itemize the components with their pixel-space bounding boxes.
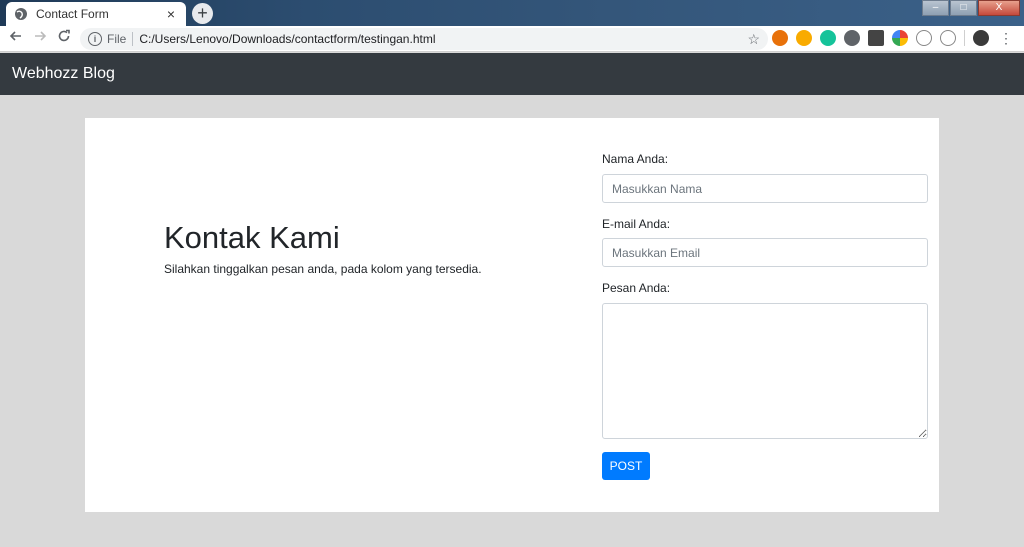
new-tab-button[interactable]: + [192,3,213,24]
extension-icon[interactable] [940,30,956,46]
grammarly-icon[interactable] [820,30,836,46]
star-icon[interactable]: ☆ [747,31,760,48]
name-input[interactable] [602,174,928,203]
email-label: E-mail Anda: [602,217,671,231]
forward-button[interactable] [29,28,51,50]
browser-toolbar: i File C:/Users/Lenovo/Downloads/contact… [0,26,1024,52]
globe-icon [14,7,28,21]
address-divider [132,32,134,46]
extension-icon[interactable] [892,30,908,46]
contact-card: Kontak Kami Silahkan tinggalkan pesan an… [85,118,939,512]
extension-icon[interactable] [796,30,812,46]
address-bar[interactable]: i File C:/Users/Lenovo/Downloads/contact… [80,28,768,50]
post-button[interactable]: POST [602,452,650,480]
minimize-button[interactable]: – [922,0,949,16]
page-title: Kontak Kami [164,220,340,255]
profile-avatar[interactable] [973,30,989,46]
message-label: Pesan Anda: [602,281,671,295]
arrow-left-icon [9,31,21,41]
maximize-button[interactable]: □ [950,0,977,16]
browser-tab[interactable]: Contact Form × [6,2,186,26]
address-text: C:/Users/Lenovo/Downloads/contactform/te… [139,32,436,46]
tab-title: Contact Form [36,7,109,21]
arrow-right-icon [35,31,47,41]
scheme-label: File [107,32,127,46]
email-input[interactable] [602,238,928,267]
site-navbar: Webhozz Blog [0,53,1024,95]
back-button[interactable] [5,28,27,50]
extension-icon[interactable] [868,30,884,46]
three-dots-menu-icon[interactable]: ⋮ [999,30,1013,46]
close-tab-icon[interactable]: × [164,7,178,21]
message-textarea[interactable] [602,303,928,439]
extension-icon[interactable] [844,30,860,46]
reload-button[interactable] [53,28,75,50]
extension-icon[interactable] [916,30,932,46]
page-subtitle: Silahkan tinggalkan pesan anda, pada kol… [164,262,482,276]
toolbar-divider [964,30,965,46]
reload-icon [58,29,70,42]
navbar-brand[interactable]: Webhozz Blog [12,65,115,83]
extensions-bar: ⋮ [772,30,1013,46]
window-controls: – □ X [921,0,1020,16]
close-window-button[interactable]: X [978,0,1020,16]
extension-icon[interactable] [772,30,788,46]
name-label: Nama Anda: [602,152,669,166]
info-icon[interactable]: i [88,32,102,46]
browser-titlebar: Contact Form × + – □ X [0,0,1024,26]
